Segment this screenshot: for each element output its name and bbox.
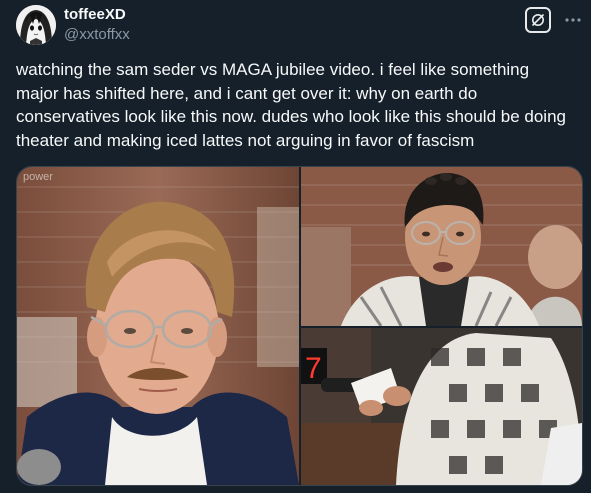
more-dots-icon	[565, 18, 581, 22]
svg-text:7: 7	[305, 352, 322, 385]
author-handle[interactable]: @xxtoffxx	[64, 25, 130, 45]
photo-man-glasses-mustache	[17, 167, 299, 485]
grok-icon	[531, 13, 545, 27]
grok-button[interactable]	[525, 7, 551, 33]
more-options-button[interactable]	[561, 7, 585, 33]
photo-hands-holding-paper: 7	[301, 328, 582, 485]
anime-avatar-icon	[16, 5, 56, 45]
photo-top-right[interactable]	[301, 167, 582, 326]
photo-bottom-right[interactable]: 7	[301, 328, 582, 485]
photo-man-glasses-braids	[301, 167, 582, 326]
photo-left[interactable]: power	[17, 167, 299, 485]
photo-watermark: power	[23, 171, 53, 183]
author-display-name[interactable]: toffeeXD	[64, 5, 126, 25]
media-grid[interactable]: power 7	[16, 166, 583, 486]
author-avatar[interactable]	[16, 5, 56, 45]
tweet-text: watching the sam seder vs MAGA jubilee v…	[16, 60, 566, 150]
